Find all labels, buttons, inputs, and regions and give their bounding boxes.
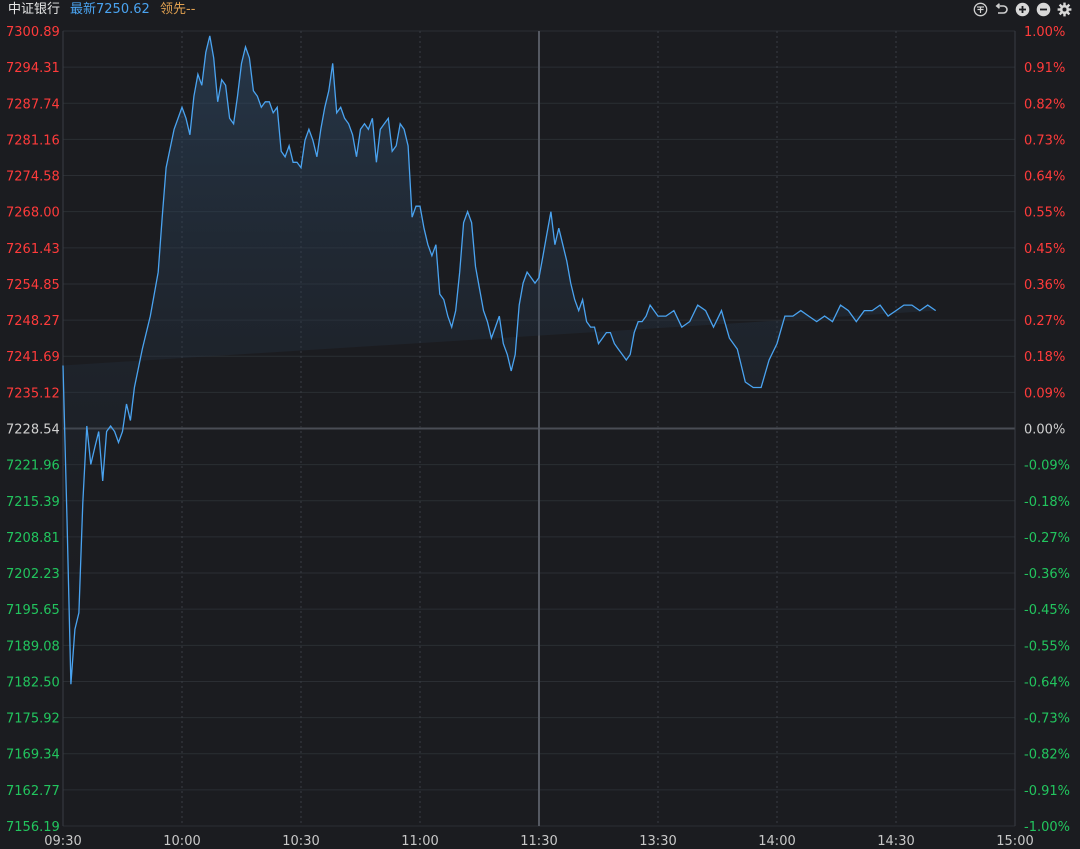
y-tick-label-right: 0.18% — [1024, 350, 1065, 365]
y-tick-label-left: 7221.96 — [6, 459, 60, 474]
y-tick-label-right: -0.91% — [1024, 784, 1070, 799]
y-tick-label-right: -0.73% — [1024, 712, 1070, 727]
y-tick-label-left: 7202.23 — [6, 567, 60, 582]
y-tick-label-left: 7169.34 — [6, 748, 60, 763]
y-tick-label-left: 7248.27 — [6, 314, 60, 329]
y-tick-label-right: 0.45% — [1024, 242, 1065, 257]
y-tick-label-right: 0.73% — [1024, 133, 1065, 148]
x-tick-label: 14:00 — [758, 834, 795, 849]
y-tick-label-left: 7241.69 — [6, 350, 60, 365]
y-tick-label-right: -0.45% — [1024, 603, 1070, 618]
price-area-fill — [63, 35, 936, 685]
y-tick-label-left: 7162.77 — [6, 784, 60, 799]
y-tick-label-left: 7156.19 — [6, 820, 60, 835]
x-tick-label: 09:30 — [44, 834, 81, 849]
y-tick-label-left: 7254.85 — [6, 278, 60, 293]
y-tick-label-left: 7189.08 — [6, 639, 60, 654]
x-tick-label: 11:00 — [401, 834, 438, 849]
y-tick-label-left: 7228.54 — [6, 423, 60, 438]
y-tick-label-left: 7195.65 — [6, 603, 60, 618]
y-tick-label-left: 7215.39 — [6, 495, 60, 510]
y-tick-label-left: 7261.43 — [6, 242, 60, 257]
y-tick-label-right: -0.18% — [1024, 495, 1070, 510]
y-tick-label-right: 0.91% — [1024, 61, 1065, 76]
y-tick-label-left: 7281.16 — [6, 133, 60, 148]
y-tick-label-left: 7175.92 — [6, 712, 60, 727]
y-tick-label-right: 0.36% — [1024, 278, 1065, 293]
y-tick-label-right: -0.27% — [1024, 531, 1070, 546]
y-tick-label-left: 7208.81 — [6, 531, 60, 546]
y-tick-label-left: 7235.12 — [6, 386, 60, 401]
x-tick-label: 13:30 — [639, 834, 676, 849]
x-tick-label: 15:00 — [996, 834, 1033, 849]
y-tick-label-left: 7268.00 — [6, 206, 60, 221]
x-tick-label: 10:30 — [282, 834, 319, 849]
y-tick-label-right: -0.55% — [1024, 639, 1070, 654]
y-tick-label-left: 7287.74 — [6, 97, 60, 112]
y-tick-label-right: 0.09% — [1024, 386, 1065, 401]
x-tick-label: 10:00 — [163, 834, 200, 849]
y-tick-label-right: -0.36% — [1024, 567, 1070, 582]
x-tick-label: 11:30 — [520, 834, 557, 849]
y-tick-label-right: -0.09% — [1024, 459, 1070, 474]
x-tick-label: 14:30 — [877, 834, 914, 849]
y-tick-label-right: -0.82% — [1024, 748, 1070, 763]
y-tick-label-right: 1.00% — [1024, 25, 1065, 40]
y-tick-label-right: 0.64% — [1024, 170, 1065, 185]
y-tick-label-left: 7274.58 — [6, 170, 60, 185]
y-tick-label-left: 7300.89 — [6, 25, 60, 40]
y-tick-label-right: 0.27% — [1024, 314, 1065, 329]
intraday-line-chart[interactable]: 7300.89 1.00% 7294.31 0.91% 7287.74 0.82% 7281… — [0, 0, 1080, 849]
y-tick-label-right: -0.64% — [1024, 675, 1070, 690]
y-tick-label-right: 0.00% — [1024, 423, 1065, 438]
y-tick-label-right: 0.82% — [1024, 97, 1065, 112]
y-tick-label-left: 7182.50 — [6, 675, 60, 690]
y-tick-label-left: 7294.31 — [6, 61, 60, 76]
y-tick-label-right: 0.55% — [1024, 206, 1065, 221]
y-tick-label-right: -1.00% — [1024, 820, 1070, 835]
